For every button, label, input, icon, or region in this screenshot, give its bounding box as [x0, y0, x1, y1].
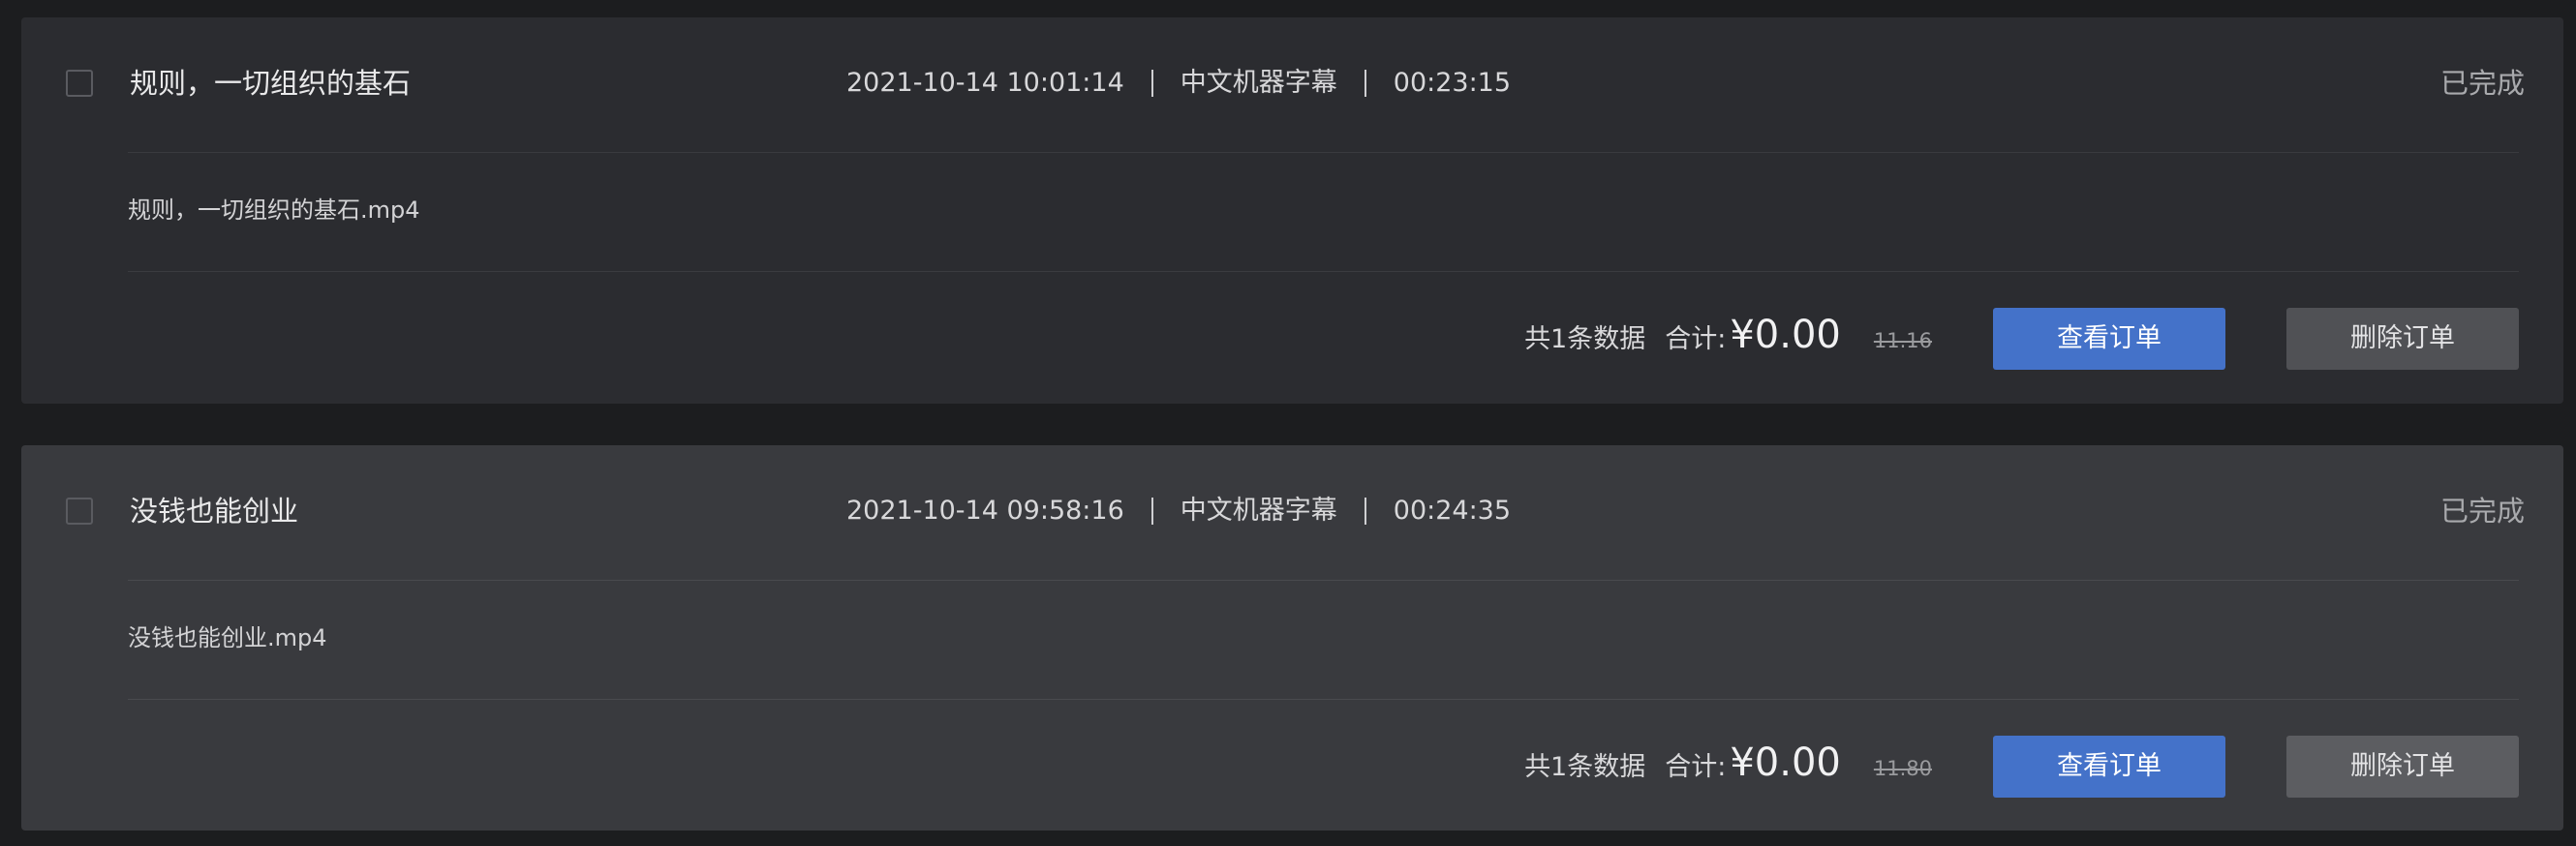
- video-duration: 00:23:15: [1393, 68, 1512, 98]
- original-price: 11.80: [1873, 757, 1932, 780]
- divider: [128, 271, 2519, 272]
- divider: [128, 152, 2519, 153]
- order-meta: 2021-10-14 10:01:14 中文机器字幕 00:23:15: [846, 65, 1511, 102]
- order-title: 没钱也能创业: [130, 495, 299, 528]
- total-label: 合计:: [1665, 752, 1727, 782]
- order-title: 规则，一切组织的基石: [130, 67, 412, 100]
- file-name: 没钱也能创业.mp4: [128, 624, 327, 651]
- order-summary: 共1条数据 合计: ¥0.00 11.80: [1524, 740, 1932, 785]
- view-order-button[interactable]: 查看订单: [1993, 736, 2225, 798]
- view-order-button[interactable]: 查看订单: [1993, 308, 2225, 370]
- delete-order-button[interactable]: 删除订单: [2286, 308, 2519, 370]
- item-count: 共1条数据: [1524, 752, 1646, 782]
- meta-separator: [1364, 70, 1366, 97]
- file-name: 规则，一切组织的基石.mp4: [128, 196, 420, 224]
- order-status: 已完成: [2439, 495, 2525, 528]
- order-meta: 2021-10-14 09:58:16 中文机器字幕 00:24:35: [846, 493, 1511, 529]
- total-price: ¥0.00: [1730, 313, 1841, 357]
- subtitle-type: 中文机器字幕: [1180, 68, 1337, 98]
- order-list: 规则，一切组织的基石 2021-10-14 10:01:14 中文机器字幕 00…: [0, 0, 2576, 846]
- meta-separator: [1150, 70, 1153, 97]
- meta-separator: [1364, 498, 1366, 525]
- divider: [128, 699, 2519, 700]
- total-price: ¥0.00: [1730, 740, 1841, 785]
- order-card: 没钱也能创业 2021-10-14 09:58:16 中文机器字幕 00:24:…: [21, 445, 2563, 831]
- meta-separator: [1150, 498, 1153, 525]
- order-summary: 共1条数据 合计: ¥0.00 11.16: [1524, 313, 1932, 357]
- order-status: 已完成: [2439, 67, 2525, 100]
- order-select-checkbox[interactable]: [66, 498, 93, 525]
- divider: [128, 580, 2519, 581]
- item-count: 共1条数据: [1524, 324, 1646, 354]
- order-datetime: 2021-10-14 09:58:16: [846, 496, 1124, 526]
- delete-order-button[interactable]: 删除订单: [2286, 736, 2519, 798]
- subtitle-type: 中文机器字幕: [1180, 496, 1337, 526]
- order-card: 规则，一切组织的基石 2021-10-14 10:01:14 中文机器字幕 00…: [21, 17, 2563, 404]
- order-select-checkbox[interactable]: [66, 70, 93, 97]
- video-duration: 00:24:35: [1393, 496, 1512, 526]
- original-price: 11.16: [1873, 329, 1932, 352]
- order-datetime: 2021-10-14 10:01:14: [846, 68, 1124, 98]
- total-label: 合计:: [1665, 324, 1727, 354]
